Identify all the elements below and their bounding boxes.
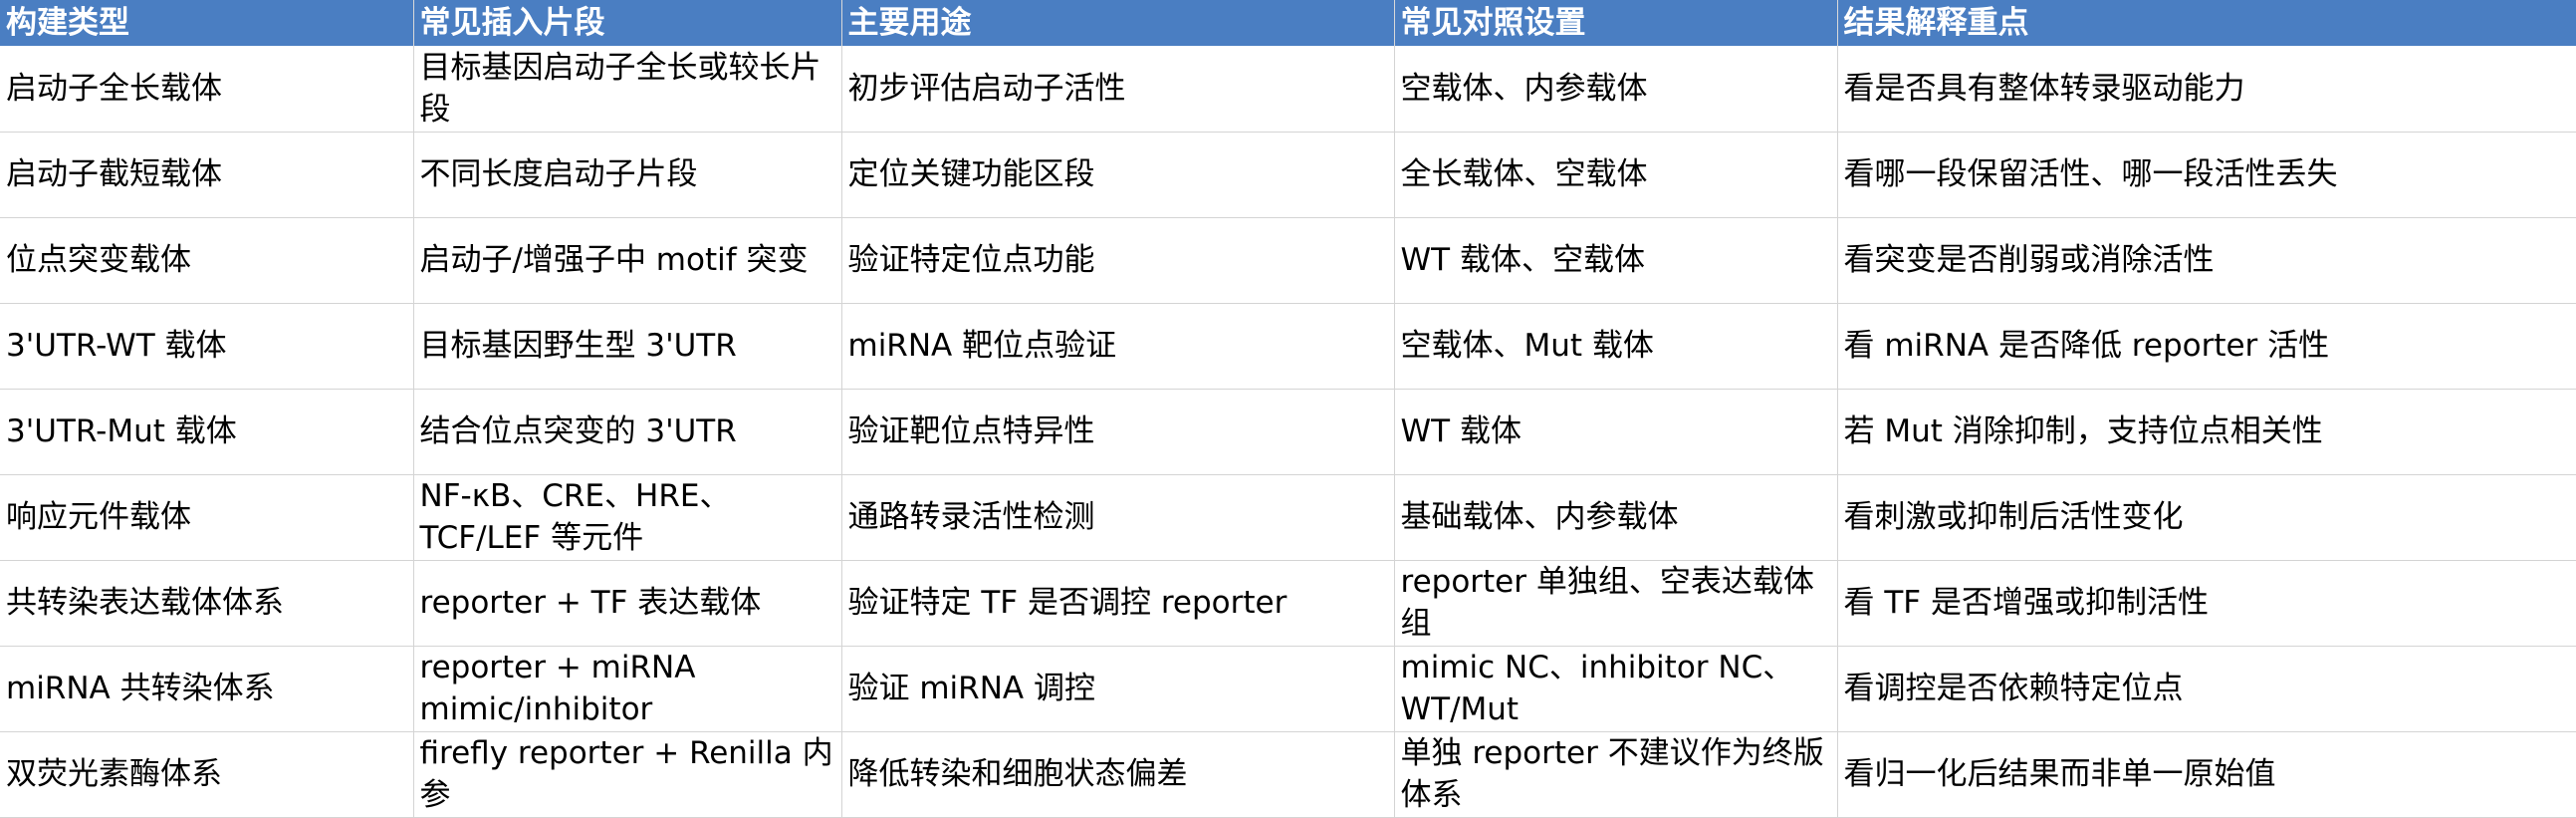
cell-interpretation: 看是否具有整体转录驱动能力 [1837,46,2576,133]
cell-control-setup: 单独 reporter 不建议作为终版体系 [1394,731,1838,818]
cell-main-use: 降低转染和细胞状态偏差 [841,731,1395,818]
cell-main-use: 验证特定 TF 是否调控 reporter [841,560,1395,647]
cell-interpretation: 看 TF 是否增强或抑制活性 [1837,560,2576,647]
cell-insert-fragment: 启动子/增强子中 motif 突变 [413,217,842,304]
table-row: 双荧光素酶体系 firefly reporter + Renilla 内参 降低转染… [0,731,2576,818]
cell-insert-fragment: NF-κB、CRE、HRE、TCF/LEF 等元件 [413,474,842,561]
cell-main-use: 验证特定位点功能 [841,217,1395,304]
cell-main-use: miRNA 靶位点验证 [841,303,1395,390]
cell-main-use: 验证靶位点特异性 [841,389,1395,475]
cell-insert-fragment: 目标基因启动子全长或较长片段 [413,46,842,133]
cell-construct-type: 响应元件载体 [0,474,414,561]
cell-interpretation: 若 Mut 消除抑制，支持位点相关性 [1837,389,2576,475]
cell-interpretation: 看突变是否削弱或消除活性 [1837,217,2576,304]
cell-insert-fragment: 结合位点突变的 3'UTR [413,389,842,475]
cell-main-use: 初步评估启动子活性 [841,46,1395,133]
table-row: 3'UTR-Mut 载体 结合位点突变的 3'UTR 验证靶位点特异性 WT 载体若 … [0,389,2576,475]
cell-construct-type: 3'UTR-WT 载体 [0,303,414,390]
table-body: 启动子全长载体 目标基因启动子全长或较长片段 初步评估启动子活性 空载体、内参载体 看是… [0,46,2576,818]
cell-main-use: 通路转录活性检测 [841,474,1395,561]
cell-main-use: 验证 miRNA 调控 [841,646,1395,732]
header-cell-insert-fragment: 常见插入片段 [413,0,842,46]
table-row: 启动子截短载体 不同长度启动子片段 定位关键功能区段 全长载体、空载体 看哪一段保留活性… [0,132,2576,218]
cell-control-setup: 空载体、内参载体 [1394,46,1838,133]
cell-control-setup: reporter 单独组、空表达载体组 [1394,560,1838,647]
header-cell-construct-type: 构建类型 [0,0,414,46]
cell-control-setup: WT 载体 [1394,389,1838,475]
cell-interpretation: 看归一化后结果而非单一原始值 [1837,731,2576,818]
cell-control-setup: 空载体、Mut 载体 [1394,303,1838,390]
table-row: 位点突变载体 启动子/增强子中 motif 突变 验证特定位点功能 WT 载体、空载体… [0,217,2576,304]
table-row: 3'UTR-WT 载体 目标基因野生型 3'UTR miRNA 靶位点验证 空载体、M… [0,303,2576,390]
table-row: miRNA 共转染体系 reporter + miRNA mimic/inhibi… [0,646,2576,732]
cell-interpretation: 看 miRNA 是否降低 reporter 活性 [1837,303,2576,390]
cell-interpretation: 看哪一段保留活性、哪一段活性丢失 [1837,132,2576,218]
cell-insert-fragment: reporter + TF 表达载体 [413,560,842,647]
header-cell-main-use: 主要用途 [841,0,1395,46]
table-row: 共转染表达载体体系 reporter + TF 表达载体 验证特定 TF 是否调控 … [0,560,2576,647]
cell-construct-type: miRNA 共转染体系 [0,646,414,732]
cell-insert-fragment: firefly reporter + Renilla 内参 [413,731,842,818]
data-table: 构建类型 常见插入片段 主要用途 常见对照设置 结果解释重点 启动子全长载体 目标… [0,0,2576,818]
cell-control-setup: 全长载体、空载体 [1394,132,1838,218]
cell-main-use: 定位关键功能区段 [841,132,1395,218]
cell-insert-fragment: reporter + miRNA mimic/inhibitor [413,646,842,732]
header-row: 构建类型 常见插入片段 主要用途 常见对照设置 结果解释重点 [0,0,2576,46]
cell-construct-type: 3'UTR-Mut 载体 [0,389,414,475]
cell-control-setup: mimic NC、inhibitor NC、WT/Mut [1394,646,1838,732]
cell-construct-type: 共转染表达载体体系 [0,560,414,647]
table-row: 启动子全长载体 目标基因启动子全长或较长片段 初步评估启动子活性 空载体、内参载体 看是… [0,46,2576,133]
cell-construct-type: 位点突变载体 [0,217,414,304]
cell-insert-fragment: 不同长度启动子片段 [413,132,842,218]
header-cell-interpretation: 结果解释重点 [1837,0,2576,46]
cell-construct-type: 双荧光素酶体系 [0,731,414,818]
cell-control-setup: WT 载体、空载体 [1394,217,1838,304]
cell-interpretation: 看刺激或抑制后活性变化 [1837,474,2576,561]
cell-construct-type: 启动子全长载体 [0,46,414,133]
cell-interpretation: 看调控是否依赖特定位点 [1837,646,2576,732]
cell-insert-fragment: 目标基因野生型 3'UTR [413,303,842,390]
header-cell-control-setup: 常见对照设置 [1394,0,1838,46]
cell-construct-type: 启动子截短载体 [0,132,414,218]
table-row: 响应元件载体 NF-κB、CRE、HRE、TCF/LEF 等元件 通路转录活性检测基… [0,474,2576,561]
cell-control-setup: 基础载体、内参载体 [1394,474,1838,561]
